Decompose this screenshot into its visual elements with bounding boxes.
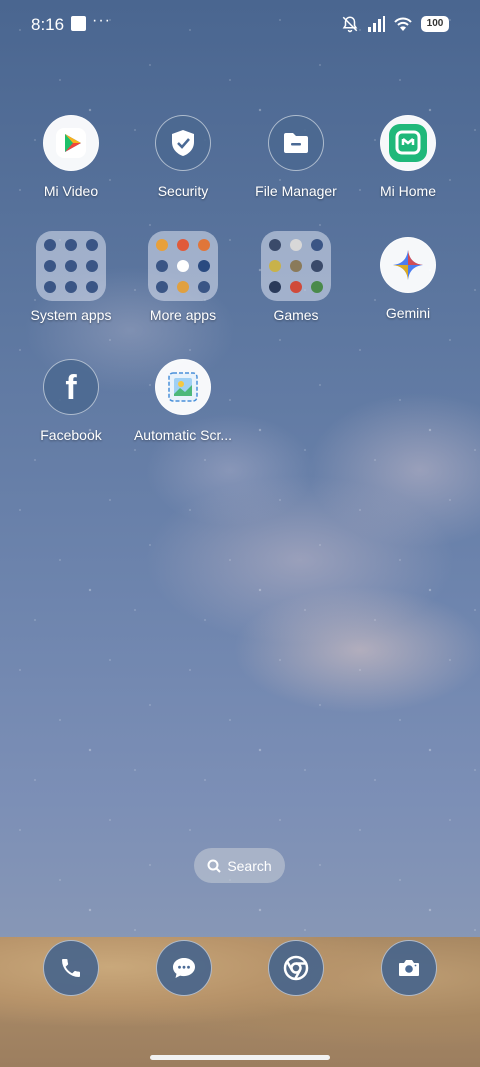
facebook-label: Facebook	[40, 427, 102, 443]
games-folder-icon	[261, 231, 331, 301]
automatic-scr-label: Automatic Scr...	[133, 427, 233, 443]
wifi-icon	[394, 17, 412, 31]
app-mi-video[interactable]: Mi Video	[15, 115, 127, 199]
clock: 8:16	[31, 15, 65, 34]
search-button[interactable]: Search	[194, 848, 285, 883]
search-icon	[207, 859, 222, 873]
camera-icon	[399, 960, 419, 976]
more-apps-label: More apps	[149, 307, 217, 323]
app-gemini[interactable]: Gemini	[352, 237, 464, 321]
app-facebook[interactable]: f Facebook	[15, 359, 127, 443]
status-bar: 8:16 ··· 100	[0, 0, 480, 48]
mi-home-label: Mi Home	[379, 183, 436, 199]
mi-home-icon	[380, 115, 436, 171]
games-label: Games	[273, 307, 319, 323]
battery-indicator: 100	[421, 16, 449, 32]
system-apps-label: System apps	[30, 307, 112, 323]
security-label: Security	[157, 183, 209, 199]
system-apps-folder-icon	[36, 231, 106, 301]
app-mi-home[interactable]: Mi Home	[352, 115, 464, 199]
folder-games[interactable]: Games	[240, 231, 352, 323]
gemini-sparkle-icon	[380, 237, 436, 293]
mi-video-label: Mi Video	[43, 183, 99, 199]
dock-messages[interactable]	[156, 940, 212, 996]
folder-file-icon	[268, 115, 324, 171]
home-indicator[interactable]	[150, 1055, 330, 1060]
mi-video-icon	[43, 115, 99, 171]
app-file-manager[interactable]: File Manager	[240, 115, 352, 199]
dock-camera[interactable]	[381, 940, 437, 996]
dock-chrome[interactable]	[268, 940, 324, 996]
app-automatic-scroll[interactable]: Automatic Scr...	[127, 359, 239, 443]
search-label: Search	[227, 857, 272, 874]
folder-more-apps[interactable]: More apps	[127, 231, 239, 323]
gemini-label: Gemini	[385, 305, 431, 321]
chrome-icon	[283, 955, 309, 981]
security-shield-icon	[155, 115, 211, 171]
mute-bell-icon	[342, 16, 358, 33]
screenshot-image-icon	[155, 359, 211, 415]
notification-square-icon	[71, 16, 86, 31]
facebook-icon: f	[43, 359, 99, 415]
app-security[interactable]: Security	[127, 115, 239, 199]
phone-icon	[62, 959, 80, 977]
more-notifications-icon: ···	[92, 12, 111, 29]
folder-system-apps[interactable]: System apps	[15, 231, 127, 323]
more-apps-folder-icon	[148, 231, 218, 301]
messages-icon	[173, 958, 195, 978]
dock-phone[interactable]	[43, 940, 99, 996]
status-icons: 100	[341, 15, 449, 33]
signal-icon	[368, 16, 385, 32]
file-manager-label: File Manager	[255, 183, 337, 199]
